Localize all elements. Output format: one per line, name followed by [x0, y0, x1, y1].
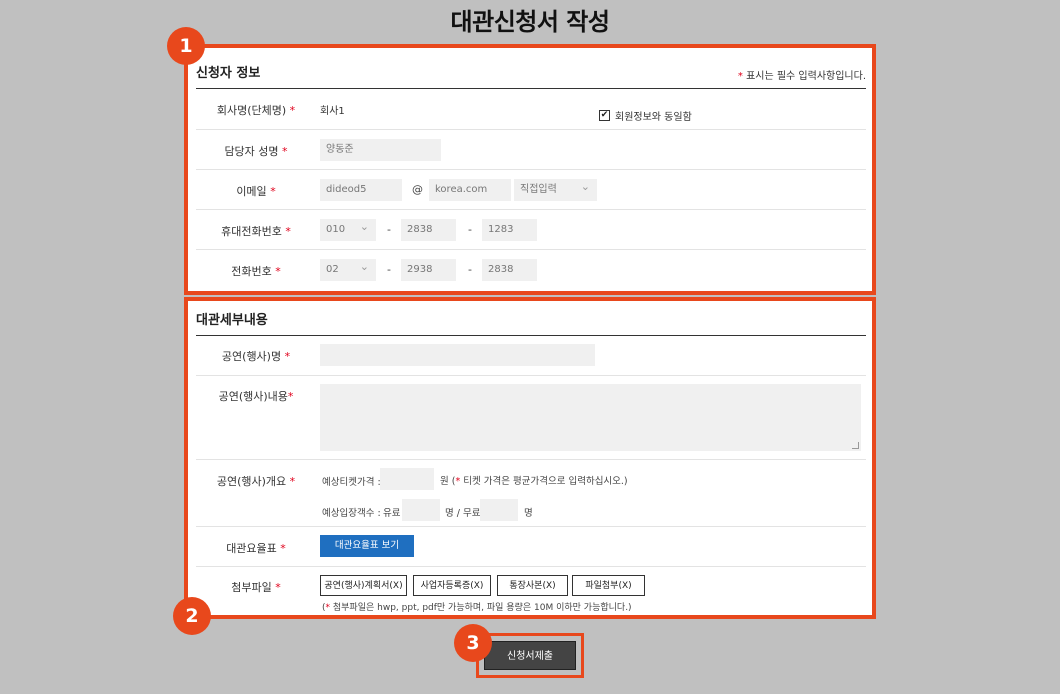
attendance-label: 예상입장객수 :: [322, 508, 381, 519]
free-attendance-input[interactable]: [480, 499, 518, 521]
event-name-row: 공연(행사)명 *: [196, 336, 866, 376]
event-name-label: 공연(행사)명 *: [221, 350, 291, 363]
mobile-dash-1: -: [387, 223, 391, 236]
mobile-dash-2: -: [468, 223, 472, 236]
view-fee-table-button[interactable]: 대관요율표 보기: [320, 535, 414, 557]
step-marker-1: 1: [167, 27, 205, 65]
company-value: 회사1: [320, 106, 345, 117]
paid-label: 유료: [383, 508, 401, 519]
phone-middle-input[interactable]: 2938: [401, 259, 456, 281]
phone-dash-1: -: [387, 263, 391, 276]
applicant-section-title: 신청자 정보: [196, 66, 261, 81]
event-overview-row: 공연(행사)개요 * 예상티켓가격 : 원 (* 티켓 가격은 평균가격으로 입…: [196, 460, 866, 527]
event-name-input[interactable]: [320, 344, 595, 366]
paid-unit-label: 명 / 무료: [445, 508, 481, 519]
attachments-row: 첨부파일 * 공연(행사)계획서(X) 사업자등록증(X) 통장사본(X) 파일…: [196, 567, 866, 617]
event-content-textarea[interactable]: [320, 384, 861, 451]
same-as-member-checkbox[interactable]: ✔: [599, 110, 610, 121]
event-overview-label: 공연(행사)개요 *: [216, 475, 296, 488]
mobile-label: 휴대전화번호 *: [221, 225, 291, 238]
company-row: 회사명(단체명) * 회사1 ✔ 회원정보와 동일함: [196, 90, 866, 130]
manager-name-input[interactable]: 양동준: [320, 139, 441, 161]
rental-details-panel: 대관세부내용 공연(행사)명 * 공연(행사)내용* 공연(행사)개요 * 예상…: [184, 297, 876, 619]
required-note: * 표시는 필수 입력사항입니다.: [737, 71, 866, 82]
email-label: 이메일 *: [236, 185, 276, 198]
email-at-sign: @: [412, 183, 423, 196]
manager-row: 담당자 성명 * 양동준: [196, 130, 866, 170]
ticket-price-label: 예상티켓가격 :: [322, 477, 381, 488]
phone-last-input[interactable]: 2838: [482, 259, 537, 281]
applicant-info-panel: 신청자 정보 * 표시는 필수 입력사항입니다. 회사명(단체명) * 회사1 …: [184, 44, 876, 295]
phone-prefix-select[interactable]: 02: [320, 256, 376, 281]
mobile-row: 휴대전화번호 * 010 - 2838 - 1283: [196, 210, 866, 250]
ticket-price-note: 원 (* 티켓 가격은 평균가격으로 입력하십시오.): [440, 476, 628, 487]
mobile-last-input[interactable]: 1283: [482, 219, 537, 241]
phone-dash-2: -: [468, 263, 472, 276]
email-domain-input[interactable]: korea.com: [429, 179, 511, 201]
email-domain-select[interactable]: 직접입력: [514, 176, 597, 201]
attachments-label: 첨부파일 *: [231, 581, 281, 594]
event-content-label: 공연(행사)내용*: [218, 390, 294, 403]
free-unit-label: 명: [524, 508, 533, 519]
step-marker-3: 3: [454, 624, 492, 662]
fee-table-row: 대관요율표 * 대관요율표 보기: [196, 527, 866, 567]
mobile-middle-input[interactable]: 2838: [401, 219, 456, 241]
attach-file-button[interactable]: 파일첨부(X): [572, 575, 645, 596]
same-as-member-label: 회원정보와 동일함: [615, 112, 692, 123]
bankbook-copy-file-button[interactable]: 통장사본(X): [497, 575, 568, 596]
event-content-row: 공연(행사)내용*: [196, 376, 866, 460]
email-id-input[interactable]: dideod5: [320, 179, 402, 201]
phone-row: 전화번호 * 02 - 2938 - 2838: [196, 250, 866, 289]
manager-label: 담당자 성명 *: [224, 145, 288, 158]
submit-highlight: 신청서제출: [476, 633, 584, 678]
applicant-section-header: 신청자 정보 * 표시는 필수 입력사항입니다.: [196, 60, 866, 89]
step-marker-2: 2: [173, 597, 211, 635]
paid-attendance-input[interactable]: [402, 499, 440, 521]
company-label: 회사명(단체명) *: [216, 104, 296, 117]
page-title: 대관신청서 작성: [450, 8, 610, 36]
phone-label: 전화번호 *: [231, 265, 281, 278]
details-section-title: 대관세부내용: [196, 313, 268, 328]
mobile-prefix-select[interactable]: 010: [320, 216, 376, 241]
details-section-header: 대관세부내용: [196, 307, 866, 336]
textarea-resize-handle[interactable]: [852, 442, 859, 449]
submit-application-button[interactable]: 신청서제출: [484, 641, 576, 670]
email-row: 이메일 * dideod5 @ korea.com 직접입력: [196, 170, 866, 210]
fee-table-label: 대관요율표 *: [226, 542, 286, 555]
attachments-note: (* 첨부파일은 hwp, ppt, pdf만 가능하며, 파일 용량은 10M…: [322, 603, 632, 613]
event-plan-file-button[interactable]: 공연(행사)계획서(X): [320, 575, 407, 596]
business-license-file-button[interactable]: 사업자등록증(X): [413, 575, 491, 596]
ticket-price-input[interactable]: [380, 468, 434, 490]
